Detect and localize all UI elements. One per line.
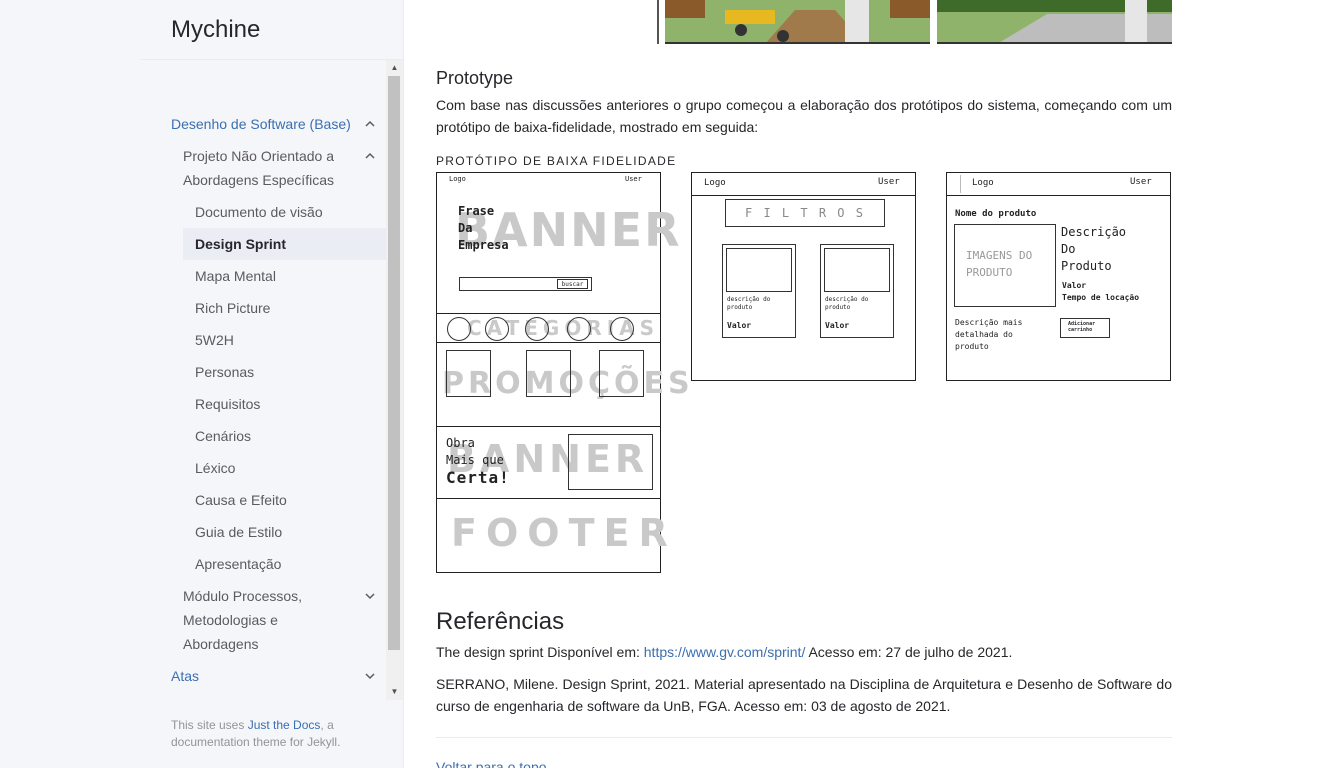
references-heading: Referências — [436, 608, 565, 635]
sketch-banner2-text: Obra Mais que Certa! — [446, 435, 510, 486]
sketch-product-name: Nome do produto — [955, 209, 1037, 219]
nav-item-rich-picture[interactable]: Rich Picture — [195, 296, 270, 320]
sketch-slogan: Frase Da Empresa — [458, 203, 509, 254]
sketch-product-image — [726, 248, 792, 292]
sketch-tick — [960, 175, 961, 193]
sketch-footer-bg: FOOTER — [451, 511, 677, 555]
just-the-docs-link[interactable]: Just the Docs — [248, 718, 321, 732]
sketch-category-circle — [485, 317, 509, 341]
sketch-product-card: descrição do produto Valor — [722, 244, 796, 338]
content-divider — [436, 737, 1172, 738]
slogan-line: Empresa — [458, 238, 509, 252]
sketch-description: Descrição Do Produto — [1061, 224, 1126, 275]
main-content: Prototype Com base nas discussões anteri… — [436, 0, 1172, 768]
sketch-promo-box — [446, 350, 491, 397]
nav-item-design-sprint[interactable]: Design Sprint — [183, 228, 386, 260]
ref1-link[interactable]: https://www.gv.com/sprint/ — [644, 644, 806, 660]
nav-item-requisitos[interactable]: Requisitos — [195, 392, 260, 416]
sketch-user: User — [625, 175, 642, 183]
description-line: Produto — [1061, 259, 1112, 273]
nav-section-atas[interactable]: Atas — [171, 664, 199, 688]
sketch-product-desc: descrição do produto — [727, 296, 771, 311]
sketch-product-image — [824, 248, 890, 292]
sketch-product-value: Valor — [825, 321, 850, 330]
scroll-up-arrow-icon[interactable]: ▲ — [386, 60, 403, 76]
sidebar: Mychine Desenho de Software (Base) Proje… — [0, 0, 404, 768]
sketch-logo: Logo — [972, 178, 994, 188]
prototype-paragraph: Com base nas discussões anteriores o gru… — [436, 97, 1172, 135]
sketch-divider — [437, 498, 660, 499]
sketch-add-cart-button: Adicionar carrinho — [1060, 318, 1110, 338]
nav-item-cenarios[interactable]: Cenários — [195, 424, 251, 448]
back-to-top-link[interactable]: Voltar para o topo — [436, 759, 547, 768]
scroll-thumb[interactable] — [388, 76, 400, 650]
sketch-product-images: IMAGENS DO PRODUTO — [954, 224, 1056, 307]
chevron-up-icon[interactable] — [358, 112, 382, 136]
sketch-divider — [437, 342, 660, 343]
sketch-promo-box — [599, 350, 644, 397]
storyboard-image-2 — [937, 0, 1172, 44]
sketch-category-circle — [567, 317, 591, 341]
nav-sub-projeto-nao-orientado[interactable]: Projeto Não Orientado a Abordagens Espec… — [183, 144, 353, 192]
banner2-line: Mais que — [446, 453, 504, 467]
sketch-promo-box — [526, 350, 571, 397]
nav-item-apresentacao[interactable]: Apresentação — [195, 552, 281, 576]
slogan-line: Da — [458, 221, 473, 235]
sketch-category-circle — [525, 317, 549, 341]
sketch-search-button: buscar — [557, 279, 588, 289]
sketch-product-value: Valor — [727, 321, 752, 330]
sketch-divider — [437, 313, 660, 314]
sketch-rental-time: Tempo de locação — [1062, 293, 1140, 302]
banner2-line: Certa! — [446, 468, 510, 487]
nav-item-documento-visao[interactable]: Documento de visão — [195, 200, 323, 224]
nav-item-5w2h[interactable]: 5W2H — [195, 328, 234, 352]
storyboard-image-1 — [665, 0, 930, 44]
site-title[interactable]: Mychine — [171, 16, 260, 44]
sketch-product-desc: descrição do produto — [825, 296, 869, 311]
nav-item-mapa-mental[interactable]: Mapa Mental — [195, 264, 276, 288]
sketch-category-circle — [447, 317, 471, 341]
sketch-product-card: descrição do produto Valor — [820, 244, 894, 338]
sketch-divider — [947, 195, 1170, 196]
sketch-logo: Logo — [449, 175, 466, 183]
prototype-heading: Prototype — [436, 68, 514, 88]
storyboard-edge — [657, 0, 659, 44]
sketch-home-page: Logo User BANNER Frase Da Empresa buscar… — [436, 172, 690, 573]
sketch-user: User — [878, 177, 900, 187]
sketch-user: User — [1130, 177, 1152, 187]
nav-sub-modulo-processos[interactable]: Módulo Processos, Metodologias e Abordag… — [183, 584, 333, 656]
sketch-list-page: Logo User F I L T R O S descrição do pro… — [691, 172, 916, 381]
sketch-long-description: Descrição mais detalhada do produto — [955, 318, 1023, 351]
sketch-divider — [437, 426, 660, 427]
sketch-filters: F I L T R O S — [725, 199, 885, 227]
sketch-banner2-image — [568, 434, 653, 490]
sidebar-nav: Desenho de Software (Base) Projeto Não O… — [140, 60, 386, 700]
description-line: Do — [1061, 242, 1076, 256]
sketch-category-circle — [610, 317, 634, 341]
reference-2: SERRANO, Milene. Design Sprint, 2021. Ma… — [436, 676, 1172, 714]
banner2-line: Obra — [446, 436, 475, 450]
sketch-divider — [692, 195, 915, 196]
description-line: Descrição — [1061, 225, 1127, 239]
scroll-down-arrow-icon[interactable]: ▼ — [386, 684, 403, 700]
nav-item-guia-estilo[interactable]: Guia de Estilo — [195, 520, 282, 544]
nav-item-personas[interactable]: Personas — [195, 360, 254, 384]
sketch-value: Valor — [1062, 281, 1087, 290]
sidebar-scrollbar[interactable]: ▲ ▼ — [386, 60, 403, 700]
sketch-detail-page: Logo User Nome do produto IMAGENS DO PRO… — [946, 172, 1171, 381]
chevron-down-icon[interactable] — [358, 584, 382, 608]
footer-prefix: This site uses — [171, 718, 248, 732]
chevron-up-icon[interactable] — [358, 144, 382, 168]
slogan-line: Frase — [458, 204, 495, 218]
nav-item-lexico[interactable]: Léxico — [195, 456, 235, 480]
ref1-prefix: The design sprint Disponível em: — [436, 644, 644, 660]
reference-1: The design sprint Disponível em: https:/… — [436, 641, 1172, 663]
site-footer-note: This site uses Just the Docs, a document… — [171, 717, 371, 751]
nav-item-causa-efeito[interactable]: Causa e Efeito — [195, 488, 287, 512]
nav-section-desenho-software[interactable]: Desenho de Software (Base) — [171, 112, 351, 136]
figure-caption: PROTÓTIPO DE BAIXA FIDELIDADE — [436, 154, 677, 168]
chevron-down-icon[interactable] — [358, 664, 382, 688]
sketch-logo: Logo — [704, 178, 726, 188]
ref1-suffix: Acesso em: 27 de julho de 2021. — [805, 644, 1013, 660]
